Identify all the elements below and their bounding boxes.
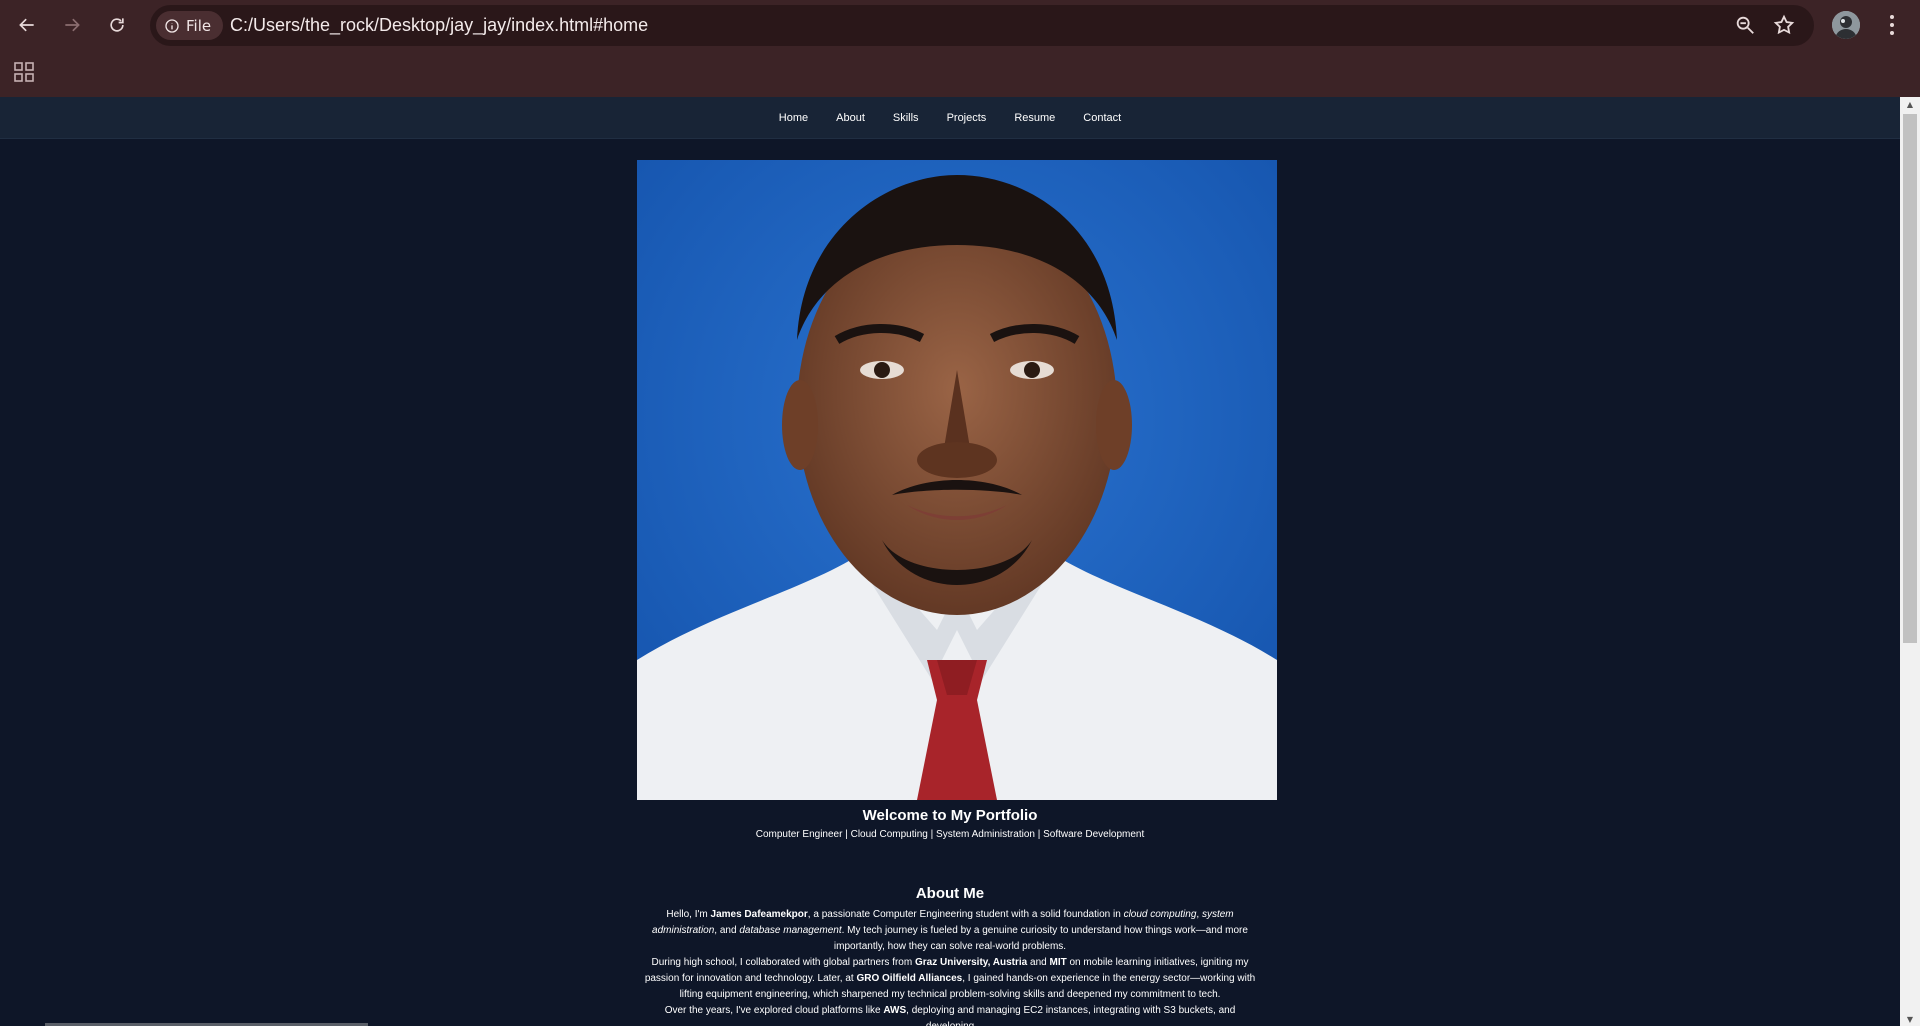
scroll-up-arrow-icon[interactable]: ▲ xyxy=(1900,97,1920,111)
nav-contact-link[interactable]: Contact xyxy=(1071,112,1133,124)
url-text[interactable]: C:/Users/the_rock/Desktop/jay_jay/index.… xyxy=(230,15,648,36)
address-bar[interactable]: File C:/Users/the_rock/Desktop/jay_jay/i… xyxy=(150,5,1814,46)
arrow-left-icon xyxy=(19,18,34,32)
site-chip-label: File xyxy=(186,16,212,35)
back-button[interactable] xyxy=(10,10,44,40)
site-nav: Home About Skills Projects Resume Contac… xyxy=(0,97,1900,139)
nav-about-link[interactable]: About xyxy=(824,112,877,124)
reload-icon xyxy=(110,18,124,32)
scroll-down-arrow-icon[interactable]: ▼ xyxy=(1900,1012,1920,1026)
zoom-icon[interactable] xyxy=(1734,14,1758,38)
hero-subtitle: Computer Engineer | Cloud Computing | Sy… xyxy=(755,829,1145,840)
profile-avatar[interactable] xyxy=(1832,11,1860,39)
nav-skills-link[interactable]: Skills xyxy=(881,112,931,124)
nav-home-link[interactable]: Home xyxy=(767,112,820,124)
nav-projects-link[interactable]: Projects xyxy=(935,112,999,124)
vertical-scrollbar[interactable]: ▲ ▼ xyxy=(1900,97,1920,1026)
arrow-right-icon xyxy=(65,18,80,32)
about-text: Hello, I'm James Dafeamekpor, a passiona… xyxy=(642,907,1258,1026)
about-title: About Me xyxy=(915,885,985,902)
avatar-icon xyxy=(1832,11,1860,39)
info-icon xyxy=(165,18,179,33)
bookmark-star-icon[interactable] xyxy=(1773,14,1797,38)
reload-button[interactable] xyxy=(100,10,134,40)
browser-chrome: File C:/Users/the_rock/Desktop/jay_jay/i… xyxy=(0,0,1920,97)
more-vert-icon xyxy=(1890,15,1894,35)
site-info-chip[interactable]: File xyxy=(156,11,224,40)
nav-resume-link[interactable]: Resume xyxy=(1002,112,1067,124)
browser-toolbar: File C:/Users/the_rock/Desktop/jay_jay/i… xyxy=(0,0,1920,50)
web-page: Home About Skills Projects Resume Contac… xyxy=(0,97,1900,1026)
hero-title: Welcome to My Portfolio xyxy=(862,807,1038,824)
about-paragraph-2: During high school, I collaborated with … xyxy=(644,957,1256,1000)
about-paragraph-3: Over the years, I've explored cloud plat… xyxy=(664,1005,1236,1026)
scrollbar-thumb[interactable] xyxy=(1903,114,1917,643)
bookmarks-bar xyxy=(0,50,1920,97)
about-paragraph-1: Hello, I'm James Dafeamekpor, a passiona… xyxy=(652,909,1248,952)
browser-menu-button[interactable] xyxy=(1880,12,1904,38)
forward-button[interactable] xyxy=(55,10,89,40)
apps-grid-icon[interactable] xyxy=(12,60,36,84)
profile-photo xyxy=(637,160,1277,800)
